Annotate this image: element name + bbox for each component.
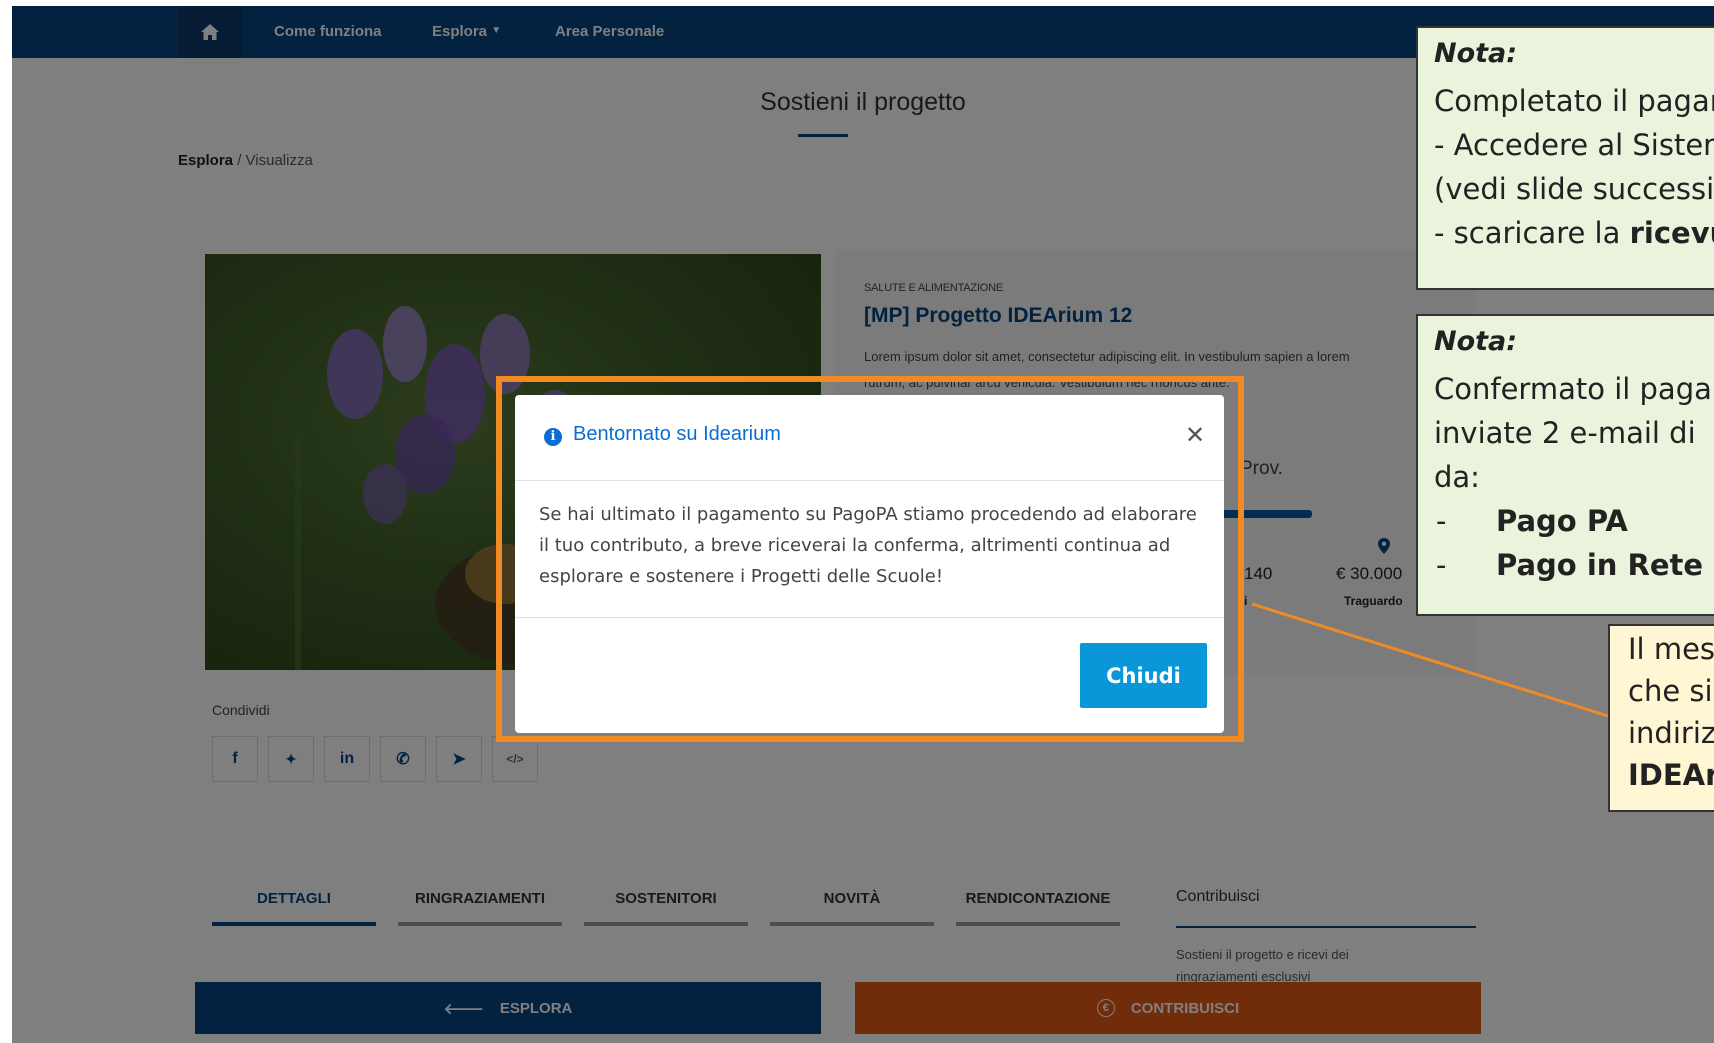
note2-line2: inviate 2 e-mail di bbox=[1434, 416, 1696, 450]
note3-line4: IDEArium bbox=[1628, 758, 1714, 792]
note3-line2: che si bbox=[1628, 674, 1713, 708]
note2-bullet2: - bbox=[1436, 548, 1447, 582]
note1-line3: (vedi slide successive) bbox=[1434, 172, 1714, 206]
screenshot-stage: Come funziona Esplora ▼ Area Personale S… bbox=[0, 0, 1714, 1043]
note1-line4-bold: ricevuta bbox=[1629, 216, 1714, 250]
note2-item2: Pago in Rete bbox=[1496, 548, 1704, 582]
note3-line3: indirizzo bbox=[1628, 716, 1714, 750]
note2-item1: Pago PA bbox=[1496, 504, 1628, 538]
note1-line2: - Accedere al Sistema bbox=[1434, 128, 1714, 162]
note-box-message: Il messaggio che si indirizzo IDEArium bbox=[1608, 624, 1714, 812]
note3-line1: Il messaggio bbox=[1628, 632, 1714, 666]
note2-bullet1: - bbox=[1436, 504, 1447, 538]
note1-title: Nota: bbox=[1434, 38, 1518, 69]
note-box-payment-completed: Nota: Completato il pagamento - Accedere… bbox=[1416, 26, 1714, 290]
note1-line4: - scaricare la ricevuta bbox=[1434, 216, 1714, 250]
note1-line4-prefix: - scaricare la bbox=[1434, 216, 1630, 250]
note-box-payment-confirmed: Nota: Confermato il pagamento inviate 2 … bbox=[1416, 314, 1714, 616]
note1-line1: Completato il pagamento bbox=[1434, 84, 1714, 118]
note2-line1: Confermato il pagamento bbox=[1434, 372, 1714, 406]
note2-title: Nota: bbox=[1434, 326, 1518, 357]
note2-line3: da: bbox=[1434, 460, 1480, 494]
